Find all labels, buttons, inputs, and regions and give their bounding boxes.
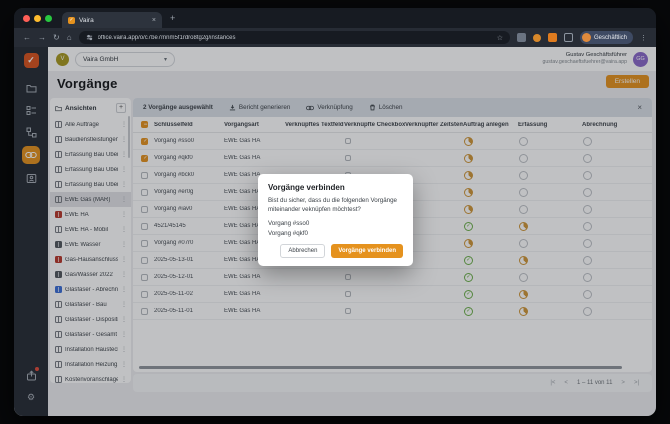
dialog-message: Bist du sicher, dass du die folgenden Vo… <box>268 197 403 215</box>
cancel-button[interactable]: Abbrechen <box>280 244 325 258</box>
dialog-instance-item: Vorgang #qkf0 <box>268 229 403 239</box>
extension-icon[interactable] <box>548 33 557 42</box>
tab-close-icon[interactable]: × <box>152 17 156 24</box>
tune-icon <box>86 34 93 41</box>
traffic-lights <box>23 8 52 28</box>
cast-extension-icon[interactable] <box>517 33 526 42</box>
extensions-puzzle-icon[interactable] <box>564 33 573 42</box>
tab-strip: ✓ Vaira × + <box>14 8 656 28</box>
forward-icon[interactable]: → <box>38 34 46 42</box>
dialog-title: Vorgänge verbinden <box>268 183 403 192</box>
address-bar[interactable]: office.vaira.app/o/c7be7mnm5f1rdro8tg2g/… <box>79 31 510 44</box>
favicon-check-glyph: ✓ <box>69 17 73 23</box>
confirm-connect-button[interactable]: Vorgänge verbinden <box>331 244 403 258</box>
back-icon[interactable]: ← <box>23 34 31 42</box>
new-tab-button[interactable]: + <box>170 13 175 23</box>
connect-instances-dialog: Vorgänge verbinden Bist du sicher, dass … <box>258 174 413 266</box>
app-viewport: ✓ ⚙ V Vaira <box>14 47 656 416</box>
minimize-window-button[interactable] <box>34 15 41 22</box>
bookmark-star-icon[interactable]: ☆ <box>497 34 503 42</box>
dialog-instance-item: Vorgang #sso0 <box>268 219 403 229</box>
zoom-window-button[interactable] <box>45 15 52 22</box>
tab-title: Vaira <box>79 17 148 24</box>
profile-label: Geschäftlich <box>594 35 627 41</box>
profile-avatar <box>582 33 591 42</box>
dialog-actions: Abbrechen Vorgänge verbinden <box>268 244 403 258</box>
browser-tab[interactable]: ✓ Vaira × <box>62 12 162 28</box>
home-icon[interactable]: ⌂ <box>67 34 72 42</box>
vaira-favicon-icon: ✓ <box>68 17 75 24</box>
browser-profile-chip[interactable]: Geschäftlich <box>580 31 633 44</box>
close-window-button[interactable] <box>23 15 30 22</box>
url-text: office.vaira.app/o/c7be7mnm5f1rdro8tg2g/… <box>98 35 492 41</box>
browser-toolbar: ← → ↻ ⌂ office.vaira.app/o/c7be7mnm5f1rd… <box>14 28 656 47</box>
extension-icon[interactable] <box>533 34 541 42</box>
reload-icon[interactable]: ↻ <box>53 34 60 42</box>
browser-window: ✓ Vaira × + ← → ↻ ⌂ office.vaira.app/o/c… <box>14 8 656 416</box>
browser-menu-icon[interactable]: ⋮ <box>640 34 647 42</box>
